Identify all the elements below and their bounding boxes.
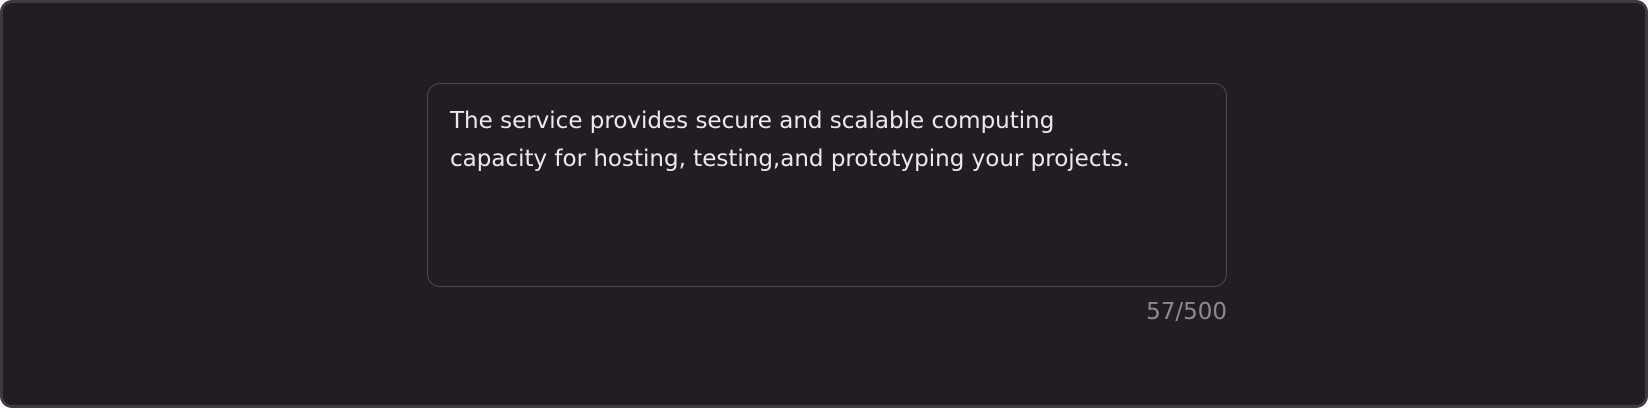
character-counter: 57/500 [1146, 299, 1227, 325]
description-textarea[interactable]: The service provides secure and scalable… [427, 83, 1227, 287]
panel: The service provides secure and scalable… [0, 0, 1648, 408]
